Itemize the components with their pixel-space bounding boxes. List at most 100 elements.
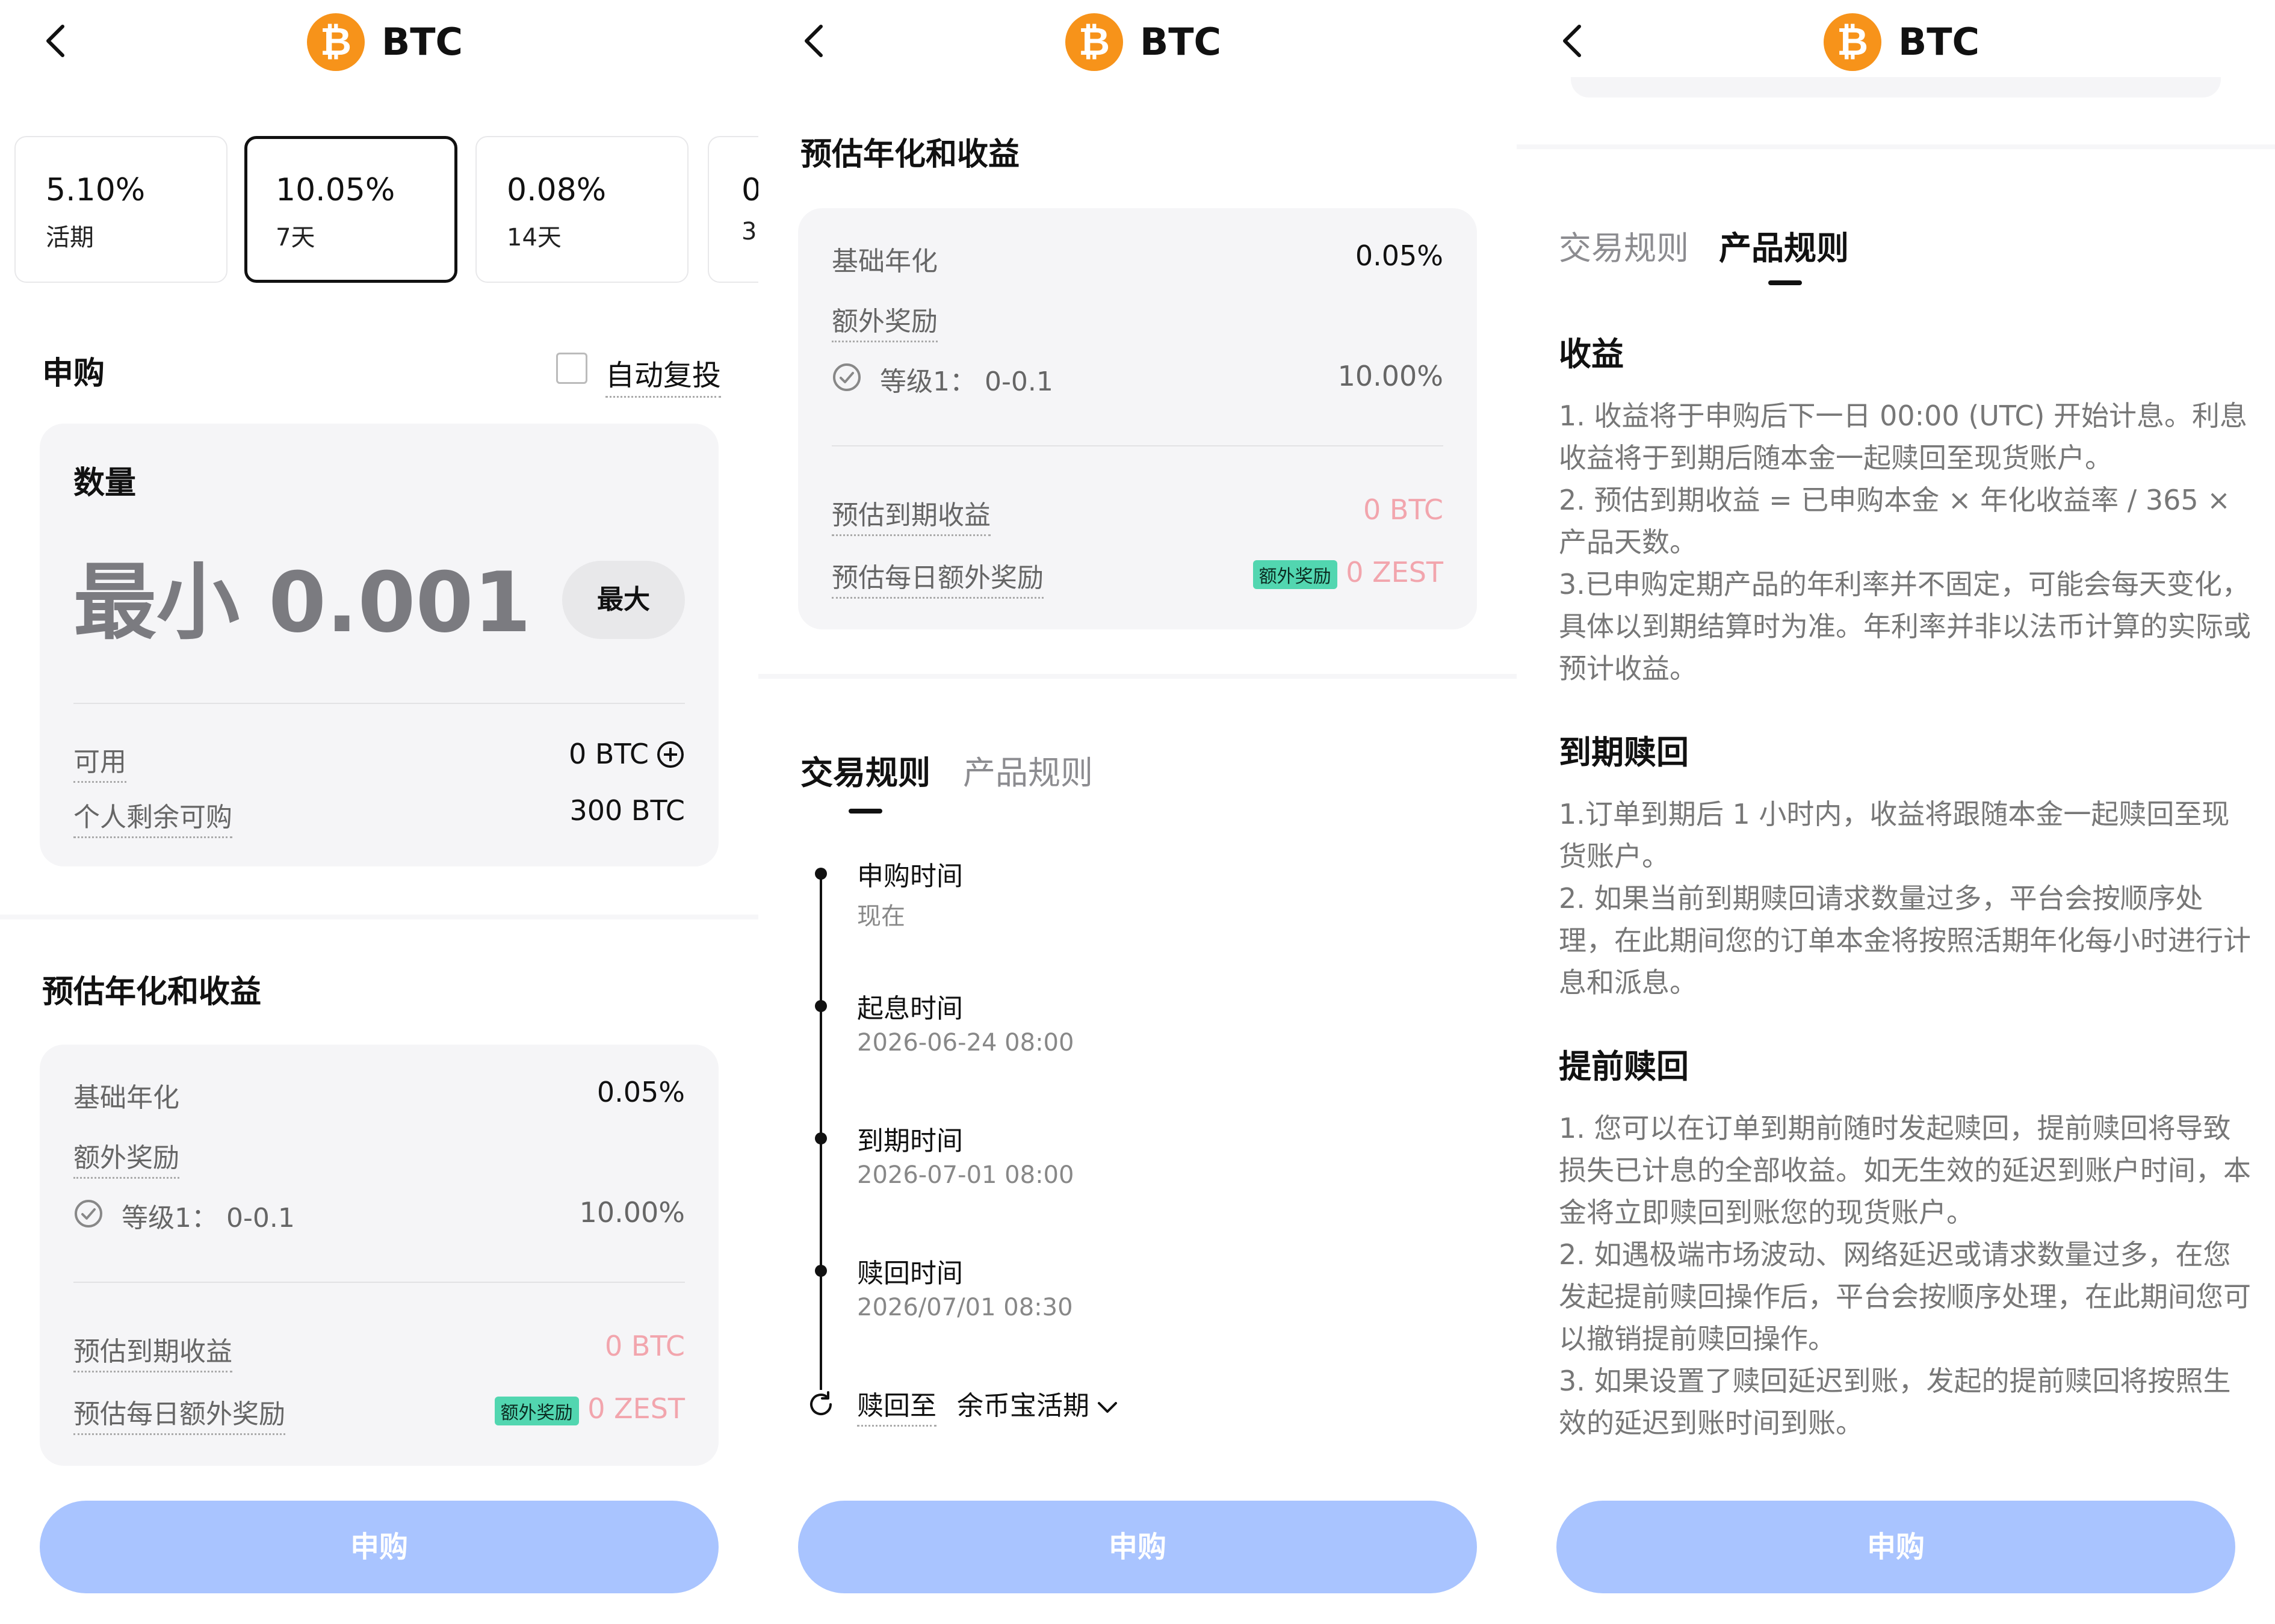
daily-reward-amount: 0 ZEST <box>1346 556 1443 588</box>
term-card-30d[interactable]: 0 30 <box>708 136 758 283</box>
page-title: BTC <box>1140 20 1222 64</box>
rule-line: 2. 如遇极端市场波动、网络延迟或请求数量过多，在您发起提前赎回操作后，平台会按… <box>1559 1238 2251 1355</box>
base-rate-value: 0.05% <box>596 1076 685 1108</box>
header: ₿ BTC <box>758 0 1517 84</box>
timeline-step-title: 起息时间 <box>857 993 963 1024</box>
income-heading: 收益 <box>1559 335 1624 373</box>
timeline-step-title: 申购时间 <box>857 861 963 892</box>
timeline-step-title: 赎回时间 <box>857 1258 963 1289</box>
quantity-label: 数量 <box>73 465 137 501</box>
early-redeem-heading: 提前赎回 <box>1559 1048 1689 1085</box>
term-card-flexible[interactable]: 5.10% 活期 <box>14 136 228 283</box>
active-tab-indicator <box>849 809 882 814</box>
extra-reward-label[interactable]: 额外奖励 <box>832 300 938 342</box>
rule-line: 2. 预估到期收益 = 已申购本金 × 年化收益率 / 365 × 产品天数。 <box>1559 484 2230 558</box>
timeline-step-value: 现在 <box>857 903 905 930</box>
maturity-income-label[interactable]: 预估到期收益 <box>832 493 991 536</box>
timeline-dot <box>815 1265 827 1277</box>
income-rules: 1. 收益将于申购后下一日 00:00 (UTC) 开始计息。利息收益将于到期后… <box>1559 395 2251 690</box>
maturity-income-value: 0 BTC <box>605 1330 685 1362</box>
estimate-title: 预估年化和收益 <box>800 137 1020 173</box>
subscribe-button[interactable]: 申购 <box>40 1501 719 1593</box>
daily-reward-label[interactable]: 预估每日额外奖励 <box>73 1392 285 1435</box>
page-title: BTC <box>382 20 463 64</box>
btc-coin-icon: ₿ <box>1065 13 1123 71</box>
daily-reward-value: 额外奖励 0 ZEST <box>1252 556 1443 589</box>
tab-product-rules[interactable]: 产品规则 <box>1719 221 1849 269</box>
active-tab-indicator <box>1768 280 1802 285</box>
divider <box>73 1282 685 1283</box>
estimate-card: 基础年化 0.05% 额外奖励 等级1： 0-0.1 10.00% 预估到期收益… <box>40 1045 719 1466</box>
rule-line: 1.订单到期后 1 小时内，收益将跟随本金一起赎回至现货账户。 <box>1559 798 2230 872</box>
tier-value: 10.00% <box>579 1196 685 1229</box>
timeline-step-value: 2026-07-01 08:00 <box>857 1161 1074 1189</box>
subscribe-button[interactable]: 申购 <box>1556 1501 2235 1593</box>
add-circle-icon[interactable] <box>656 740 685 769</box>
rule-line: 1. 收益将于申购后下一日 00:00 (UTC) 开始计息。利息收益将于到期后… <box>1559 400 2248 474</box>
rule-line: 3. 如果设置了赎回延迟到账，发起的提前赎回将按照生效的延迟到账时间到账。 <box>1559 1365 2231 1439</box>
estimate-card: 基础年化 0.05% 额外奖励 等级1： 0-0.1 10.00% 预估到期收益… <box>798 208 1477 629</box>
amount-input[interactable]: 最小 0.001 <box>73 555 531 651</box>
refresh-icon <box>806 1390 835 1419</box>
base-rate-label: 基础年化 <box>832 246 938 277</box>
timeline-dot <box>815 1132 827 1144</box>
auto-reinvest-checkbox[interactable] <box>556 353 587 384</box>
section-separator <box>0 915 758 919</box>
subscribe-panel: ₿ BTC 5.10% 活期 10.05% 7天 0.08% 14天 0 30 … <box>0 0 758 1624</box>
btc-coin-icon: ₿ <box>307 13 365 71</box>
term-card-7d[interactable]: 10.05% 7天 <box>244 136 457 283</box>
tier-value: 10.00% <box>1337 360 1443 392</box>
back-arrow-icon[interactable] <box>42 23 69 59</box>
redeem-to-label: 赎回至 <box>857 1384 936 1427</box>
tab-trade-rules[interactable]: 交易规则 <box>800 746 930 794</box>
term-rate: 0.08% <box>507 172 607 208</box>
base-rate-label: 基础年化 <box>73 1082 179 1113</box>
divider <box>73 703 685 704</box>
available-label[interactable]: 可用 <box>73 740 126 783</box>
tier-label: 等级1： 0-0.1 <box>880 366 1053 397</box>
maturity-redeem-heading: 到期赎回 <box>1559 733 1689 771</box>
section-separator <box>758 674 1517 679</box>
subscribe-button[interactable]: 申购 <box>798 1501 1477 1593</box>
term-rate: 5.10% <box>46 172 146 208</box>
page-title: BTC <box>1898 20 1980 64</box>
tab-product-rules[interactable]: 产品规则 <box>963 746 1093 794</box>
maturity-income-label[interactable]: 预估到期收益 <box>73 1330 232 1372</box>
timeline-step-value: 2026-06-24 08:00 <box>857 1029 1074 1057</box>
quantity-card: 数量 最小 0.001 最大 可用 0 BTC 个人剩余可购 300 BTC <box>40 424 719 866</box>
rule-line: 1. 您可以在订单到期前随时发起赎回，提前赎回将导致损失已计息的全部收益。如无生… <box>1559 1112 2251 1229</box>
back-arrow-icon[interactable] <box>1559 23 1585 59</box>
back-arrow-icon[interactable] <box>800 23 827 59</box>
redeem-to-select[interactable]: 余币宝活期 <box>957 1384 1119 1422</box>
tier-label: 等级1： 0-0.1 <box>122 1203 295 1233</box>
daily-reward-amount: 0 ZEST <box>587 1392 685 1425</box>
early-redeem-rules: 1. 您可以在订单到期前随时发起赎回，提前赎回将导致损失已计息的全部收益。如无生… <box>1559 1107 2251 1444</box>
daily-reward-label[interactable]: 预估每日额外奖励 <box>832 556 1044 599</box>
extra-reward-label[interactable]: 额外奖励 <box>73 1136 179 1179</box>
estimate-title: 预估年化和收益 <box>42 974 262 1010</box>
term-period: 30 <box>741 218 758 245</box>
remaining-label[interactable]: 个人剩余可购 <box>73 795 232 838</box>
product-rules-panel: ₿ BTC 交易规则 产品规则 收益 1. 收益将于申购后下一日 00:00 (… <box>1517 0 2275 1624</box>
tab-trade-rules[interactable]: 交易规则 <box>1559 221 1689 269</box>
term-period: 14天 <box>507 224 562 252</box>
header: ₿ BTC <box>1517 0 2275 84</box>
divider <box>832 445 1443 446</box>
auto-reinvest-label[interactable]: 自动复投 <box>605 351 722 398</box>
subscribe-title: 申购 <box>42 356 105 392</box>
trade-rules-panel: ₿ BTC 预估年化和收益 基础年化 0.05% 额外奖励 等级1： 0-0.1… <box>758 0 1517 1624</box>
base-rate-value: 0.05% <box>1355 239 1443 272</box>
max-button[interactable]: 最大 <box>562 561 685 639</box>
redeem-to-value: 余币宝活期 <box>957 1391 1089 1421</box>
header: ₿ BTC <box>0 0 758 84</box>
term-card-14d[interactable]: 0.08% 14天 <box>475 136 689 283</box>
extra-reward-badge: 额外奖励 <box>1252 560 1337 589</box>
rule-line: 3.已申购定期产品的年利率并不固定，可能会每天变化，具体以到期结算时为准。年利率… <box>1559 568 2251 685</box>
term-period: 7天 <box>276 224 315 252</box>
btc-coin-icon: ₿ <box>1824 13 1881 71</box>
timeline-dot <box>815 1000 827 1012</box>
term-rate: 0 <box>741 172 758 208</box>
remaining-value: 300 BTC <box>569 794 685 827</box>
maturity-income-value: 0 BTC <box>1363 493 1443 526</box>
check-circle-icon <box>833 363 861 391</box>
